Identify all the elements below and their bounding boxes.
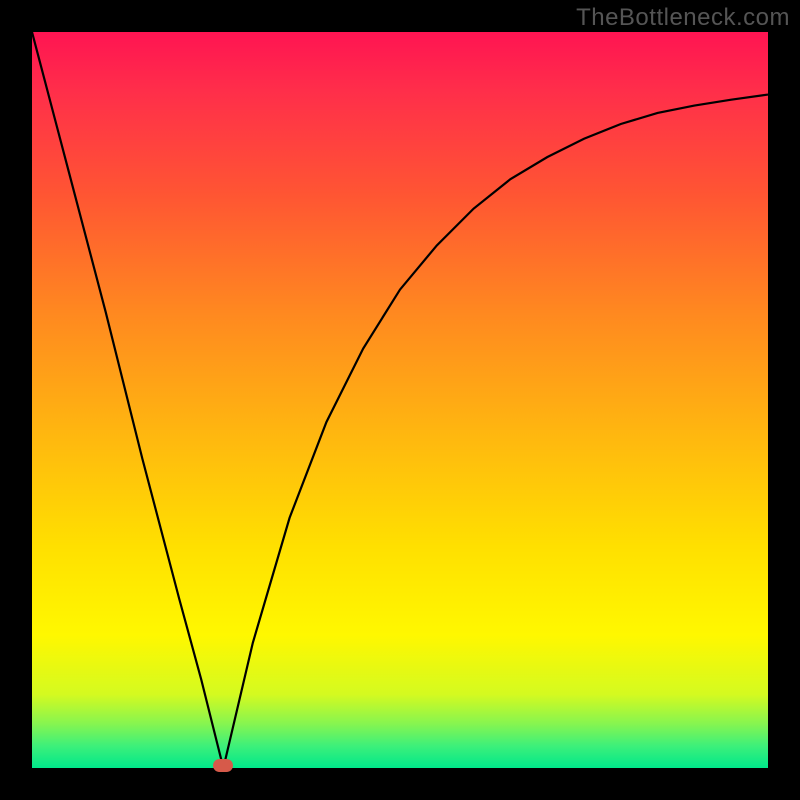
bottleneck-curve [32, 32, 768, 768]
attribution-text: TheBottleneck.com [576, 4, 790, 32]
chart-frame: TheBottleneck.com [0, 0, 800, 800]
curve-path [32, 32, 768, 768]
minimum-marker [213, 759, 233, 772]
